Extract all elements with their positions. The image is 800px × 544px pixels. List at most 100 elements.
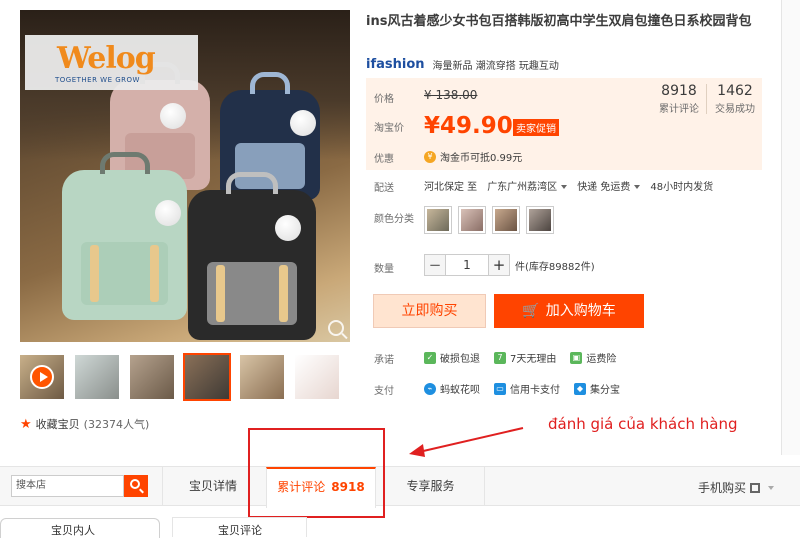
credit-card-icon: ▭: [494, 382, 506, 395]
freight-icon: ▣: [570, 351, 583, 364]
promise-row: ✓ 破损包退 7 7天无理由 ▣ 运费险: [424, 350, 616, 365]
delivery-to: 广东广州荔湾区: [487, 182, 558, 193]
list-price: ¥ 138.00: [424, 88, 478, 102]
annotation-highlight-box: [248, 428, 385, 518]
promise-item[interactable]: ✓ 破损包退: [424, 350, 480, 365]
coin-icon: ¥: [424, 150, 436, 163]
buy-now-button[interactable]: 立即购买: [373, 294, 486, 328]
shipping-select[interactable]: 快递 免运费: [577, 178, 641, 193]
favorite-label: 收藏宝贝: [35, 418, 80, 431]
tab-service[interactable]: 专享服务: [378, 467, 483, 506]
sale-price: ¥49.90: [424, 113, 513, 139]
mobile-buy-link[interactable]: 手机购买: [698, 479, 774, 496]
grey-backpack: [188, 172, 316, 340]
color-label: 颜色分类: [374, 214, 414, 225]
coin-offer: ¥ 淘金币可抵0.99元: [424, 149, 522, 164]
cart-icon: 🛒: [522, 303, 540, 319]
payment-row: ⌁ 蚂蚁花呗 ▭ 信用卡支付 ◆ 集分宝: [424, 381, 620, 396]
payment-item[interactable]: ◆ 集分宝: [574, 381, 620, 396]
color-swatch[interactable]: [424, 206, 452, 234]
qr-code-icon: [750, 482, 760, 493]
stat-divider: [706, 84, 707, 114]
payment-item[interactable]: ▭ 信用卡支付: [494, 381, 560, 396]
favorite-count: (32374人气): [83, 418, 150, 431]
shield-icon: ✓: [424, 351, 436, 364]
green-backpack: [62, 152, 187, 320]
mobile-buy-label: 手机购买: [697, 481, 746, 495]
brand-row: ifashion 海量新品 潮流穿搭 玩趣互动: [366, 57, 559, 72]
zoom-icon[interactable]: [328, 320, 344, 336]
pompom: [155, 200, 181, 226]
star-icon: ★: [20, 416, 32, 432]
coin-text: 淘金币可抵0.99元: [440, 153, 523, 164]
jifenbao-icon: ◆: [574, 382, 586, 395]
list-price-label: 价格: [374, 94, 394, 105]
reviews-stat[interactable]: 8918 累计评论: [656, 83, 702, 115]
quantity-stepper: − 1 + 件(库存89882件): [424, 254, 595, 276]
brand-tags: 海量新品 潮流穿搭 玩趣互动: [432, 61, 559, 72]
search-icon: [130, 479, 140, 489]
logo-text: Welog: [57, 41, 156, 76]
color-swatch[interactable]: [492, 206, 520, 234]
promo-badge[interactable]: 卖家促销: [513, 119, 559, 136]
thumbnail-video[interactable]: [20, 355, 64, 399]
promise-text: 破损包退: [440, 354, 480, 365]
chevron-down-icon: [768, 485, 774, 490]
benefit-label: 优惠: [374, 154, 394, 165]
thumbnail[interactable]: [295, 355, 339, 399]
chevron-down-icon: [561, 185, 568, 189]
thumbnail[interactable]: [130, 355, 174, 399]
promise-label: 承诺: [374, 355, 394, 366]
pompom: [275, 215, 301, 241]
stock-text: 件(库存89882件): [515, 261, 595, 273]
pompom: [160, 103, 186, 129]
color-swatch[interactable]: [458, 206, 486, 234]
promise-text: 7天无理由: [510, 354, 557, 365]
watermark-logo: Welog TOGETHER WE GROW: [25, 35, 198, 90]
delivery-from: 河北保定 至: [424, 182, 478, 193]
store-search-input[interactable]: 搜本店: [11, 475, 124, 497]
payment-label: 支付: [374, 386, 394, 397]
payment-text: 集分宝: [590, 385, 620, 396]
bottom-tab-stub[interactable]: 宝贝评论: [172, 517, 307, 537]
logo-tagline: TOGETHER WE GROW: [55, 76, 140, 84]
add-to-cart-label: 加入购物车: [545, 303, 616, 319]
payment-item[interactable]: ⌁ 蚂蚁花呗: [424, 381, 480, 396]
promise-item[interactable]: ▣ 运费险: [570, 350, 616, 365]
promise-item[interactable]: 7 7天无理由: [494, 350, 556, 365]
payment-text: 信用卡支付: [510, 385, 560, 396]
annotation-arrow: [409, 427, 524, 457]
delivery-to-select[interactable]: 广东广州荔湾区: [487, 178, 568, 193]
ifashion-logo[interactable]: ifashion: [366, 57, 425, 72]
decrement-button[interactable]: −: [424, 254, 446, 276]
shipping-method: 快递 免运费: [577, 182, 631, 193]
thumbnail-strip: [20, 353, 339, 401]
chevron-down-icon: [634, 185, 641, 189]
increment-button[interactable]: +: [488, 254, 510, 276]
reviews-count: 8918: [661, 83, 697, 99]
annotation-text: đánh giá của khách hàng: [548, 415, 738, 433]
seven-day-icon: 7: [494, 351, 506, 364]
thumbnail[interactable]: [240, 355, 284, 399]
add-to-cart-button[interactable]: 🛒 加入购物车: [494, 294, 644, 328]
favorite-link[interactable]: ★ 收藏宝贝 (32374人气): [20, 416, 149, 432]
sold-stat: 1462 交易成功: [712, 83, 758, 115]
thumbnail-selected[interactable]: [183, 353, 231, 401]
play-icon[interactable]: [30, 365, 54, 389]
product-title: ins风古着感少女书包百搭韩版初高中学生双肩包撞色日系校园背包: [366, 14, 752, 29]
color-swatch[interactable]: [526, 206, 554, 234]
promise-text: 运费险: [586, 354, 617, 365]
reviews-label: 累计评论: [659, 104, 699, 115]
bottom-tab-stub[interactable]: 宝贝内人: [0, 518, 160, 538]
search-button[interactable]: [124, 475, 148, 497]
pompom: [290, 110, 316, 136]
thumbnail[interactable]: [75, 355, 119, 399]
delivery-row: 河北保定 至 广东广州荔湾区 快递 免运费 48小时内发货: [424, 178, 713, 193]
tab-divider: [484, 467, 485, 506]
tab-bar: 搜本店 宝贝详情 累计评论 8918 专享服务 手机购买: [0, 466, 800, 508]
ship-time: 48小时内发货: [650, 182, 714, 193]
quantity-input[interactable]: 1: [446, 254, 488, 276]
huabei-icon: ⌁: [424, 382, 436, 395]
sale-price-label: 淘宝价: [374, 123, 404, 134]
payment-text: 蚂蚁花呗: [440, 385, 480, 396]
